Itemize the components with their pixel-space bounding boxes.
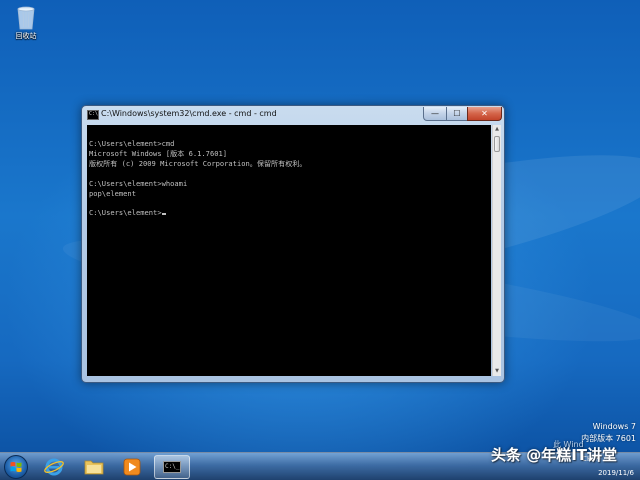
minimize-button[interactable]: — [423,107,447,121]
console-line: C:\Users\element>cmd [89,139,175,148]
console-text: C:\Users\element>cmd Microsoft Windows [… [89,139,307,218]
minimize-icon: — [431,109,439,118]
windows-logo-icon [10,462,22,472]
console-prompt: C:\Users\element> [89,208,162,218]
cmd-window[interactable]: C:\ C:\Windows\system32\cmd.exe - cmd - … [81,105,505,383]
windows-version-watermark: Windows 7 内部版本 7601 [581,421,636,445]
close-button[interactable]: ✕ [467,107,502,121]
title-bar[interactable]: C:\ C:\Windows\system32\cmd.exe - cmd - … [82,106,504,124]
internet-explorer-icon [44,458,64,476]
watermark-small-text: 此 Wind [553,440,584,449]
maximize-icon: ☐ [453,109,461,118]
desktop: 回收站 C:\ C:\Windows\system32\cmd.exe - cm… [0,0,640,480]
vertical-scrollbar[interactable]: ▲ ▼ [492,125,501,376]
watermark: 头条 @年糕IT讲堂 此 Wind [491,440,617,465]
window-title: C:\Windows\system32\cmd.exe - cmd - cmd [101,109,277,118]
console-line: C:\Users\element>whoami [89,178,188,188]
recycle-bin-icon [17,6,35,30]
cmd-taskbar-icon: C:\_ [163,461,181,473]
close-icon: ✕ [481,109,488,118]
scroll-up-arrow-icon[interactable]: ▲ [493,125,501,134]
media-player-icon [123,458,141,476]
console-line: Microsoft Windows [版本 6.1.7601] [89,148,228,158]
maximize-button[interactable]: ☐ [446,107,468,121]
cmd-icon-glyph: C:\ [89,111,99,117]
recycle-bin-shortcut[interactable]: 回收站 [6,4,46,41]
folder-icon [84,460,104,475]
taskbar-cmd-active[interactable]: C:\_ [154,455,190,479]
os-name: Windows 7 [592,422,636,431]
taskbar-internet-explorer[interactable] [38,455,70,479]
taskbar-file-explorer[interactable] [78,455,110,479]
clock-date[interactable]: 2019/11/6 [598,469,634,477]
console-output[interactable]: C:\Users\element>cmd Microsoft Windows [… [87,125,491,376]
scrollbar-thumb[interactable] [494,136,500,152]
scroll-down-arrow-icon[interactable]: ▼ [493,367,501,376]
cmd-window-icon[interactable]: C:\ [87,110,99,120]
taskbar-media-player[interactable] [116,455,148,479]
console-line: 版权所有 (c) 2009 Microsoft Corporation。保留所有… [89,158,307,168]
recycle-bin-label: 回收站 [15,32,37,40]
console-line: pop\element [89,188,136,198]
text-cursor [161,213,166,216]
start-button[interactable] [4,455,28,479]
